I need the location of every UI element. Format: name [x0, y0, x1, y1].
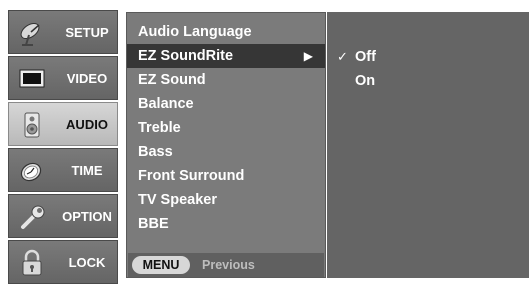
previous-hint: Previous	[202, 258, 255, 272]
sidebar-item-option[interactable]: OPTION	[8, 194, 118, 238]
sidebar-item-time[interactable]: TIME	[8, 148, 118, 192]
menu-item-bass[interactable]: Bass	[127, 140, 325, 164]
sidebar-item-label: LOCK	[68, 255, 106, 270]
menu-item-label: EZ SoundRite	[138, 48, 234, 64]
padlock-icon	[22, 249, 42, 276]
sidebar: SETUP VIDEO AUDIO TIME OPTION LOCK	[8, 0, 118, 284]
submenu-option-off[interactable]: ✓ Off	[327, 45, 507, 69]
sidebar-item-lock[interactable]: LOCK	[8, 240, 118, 284]
sidebar-item-label: VIDEO	[66, 71, 108, 86]
menu-item-tv-speaker[interactable]: TV Speaker	[127, 188, 325, 212]
tv-screen-icon	[19, 69, 45, 88]
sidebar-item-label: OPTION	[62, 209, 112, 224]
menu-item-front-surround[interactable]: Front Surround	[127, 164, 325, 188]
menu-item-treble[interactable]: Treble	[127, 116, 325, 140]
menu-button[interactable]: MENU	[132, 256, 190, 274]
ez-soundrite-submenu: ✓ Off On	[327, 12, 529, 278]
clock-icon	[20, 162, 42, 182]
menu-item-audio-language[interactable]: Audio Language	[127, 20, 325, 44]
satellite-dish-icon	[20, 22, 40, 46]
submenu-option-on[interactable]: On	[327, 69, 507, 93]
sidebar-item-video[interactable]: VIDEO	[8, 56, 118, 100]
sidebar-item-label: TIME	[71, 163, 103, 178]
menu-item-ez-sound[interactable]: EZ Sound	[127, 68, 325, 92]
wrench-icon	[21, 205, 45, 229]
arrow-right-icon: ▶	[303, 49, 313, 63]
speaker-icon	[24, 112, 40, 138]
menu-item-bbe[interactable]: BBE	[127, 212, 325, 236]
submenu-option-label: Off	[355, 49, 376, 65]
submenu-option-label: On	[355, 73, 376, 89]
sidebar-item-label: AUDIO	[66, 117, 108, 132]
sidebar-item-label: SETUP	[65, 25, 109, 40]
menu-footer: MENU Previous	[128, 253, 324, 277]
menu-item-ez-soundrite[interactable]: EZ SoundRite ▶	[127, 44, 325, 68]
checkmark-icon: ✓	[337, 49, 348, 64]
sidebar-item-audio[interactable]: AUDIO	[8, 102, 118, 146]
audio-menu-panel: Audio Language EZ SoundRite ▶ EZ Sound B…	[126, 12, 326, 278]
menu-item-balance[interactable]: Balance	[127, 92, 325, 116]
sidebar-item-setup[interactable]: SETUP	[8, 10, 118, 54]
